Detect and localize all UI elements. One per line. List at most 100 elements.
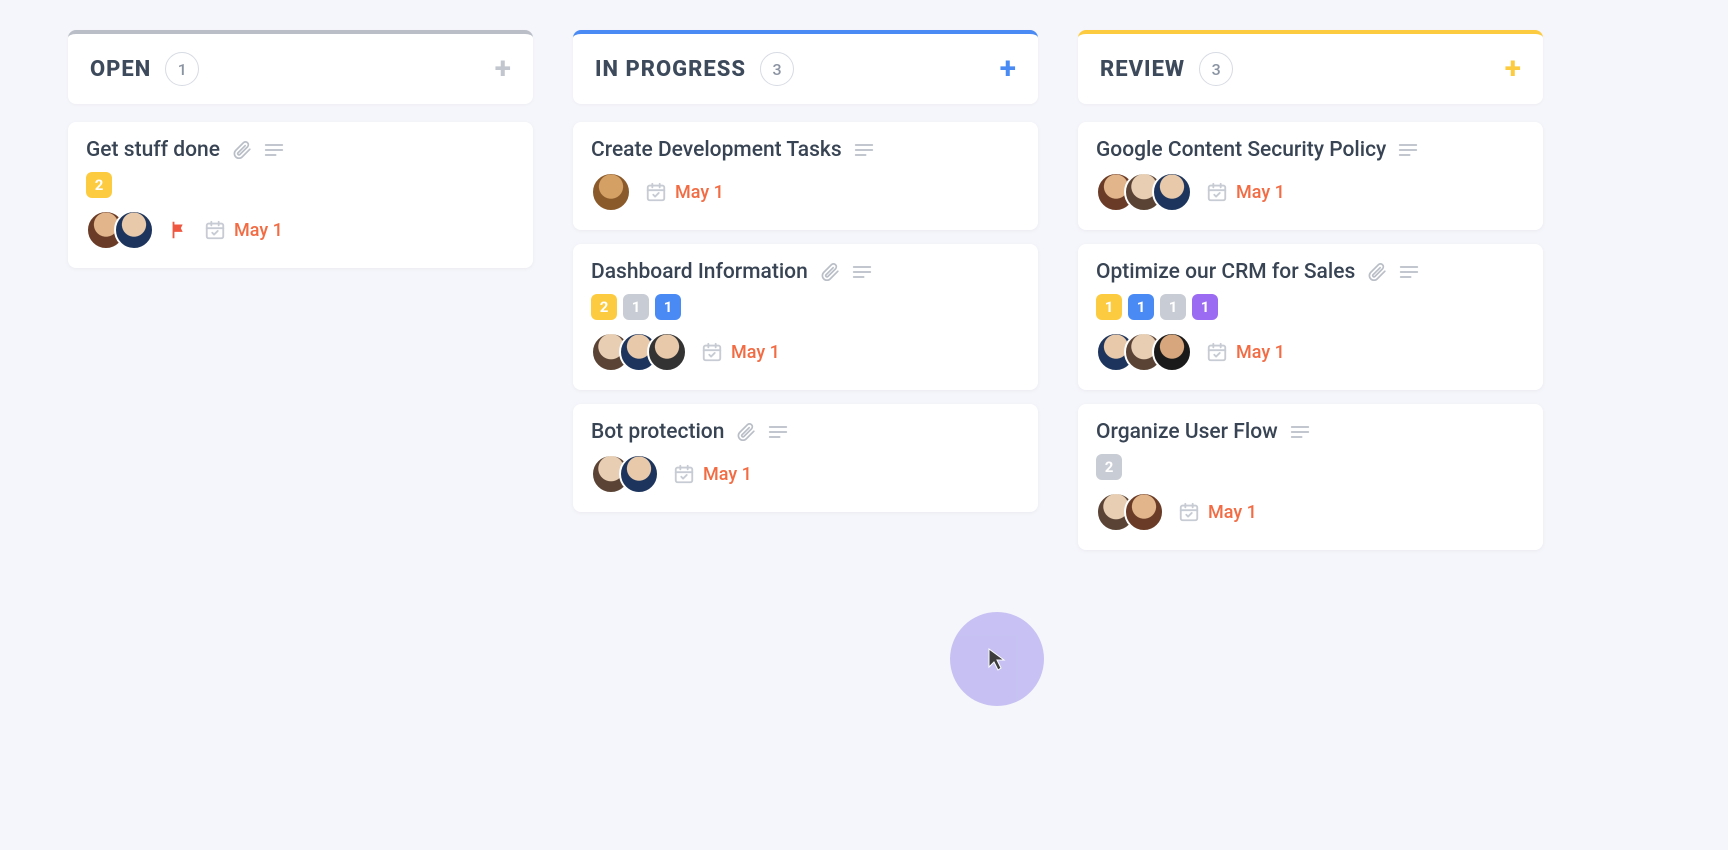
due-date[interactable]: May 1	[1178, 501, 1257, 523]
column-title: OPEN	[90, 57, 151, 82]
avatar[interactable]	[1124, 492, 1164, 532]
card-meta-row: May 1	[591, 454, 1020, 494]
column-review: REVIEW3+Google Content Security PolicyMa…	[1078, 30, 1543, 550]
attachment-icon	[736, 422, 756, 442]
card-title-row: Google Content Security Policy	[1096, 138, 1525, 162]
due-date-text: May 1	[234, 220, 283, 241]
avatar-group[interactable]	[1096, 332, 1192, 372]
attachment-icon	[232, 140, 252, 160]
task-card[interactable]: Dashboard Information211May 1	[573, 244, 1038, 390]
calendar-icon	[1178, 501, 1200, 523]
description-icon	[854, 142, 874, 158]
subtask-pill[interactable]: 2	[1096, 454, 1122, 480]
card-title: Bot protection	[591, 420, 724, 444]
avatar-group[interactable]	[591, 454, 659, 494]
cards-list: Get stuff done 2 May 1	[68, 122, 533, 268]
due-date[interactable]: May 1	[701, 341, 780, 363]
card-title: Dashboard Information	[591, 260, 808, 284]
add-card-button[interactable]: +	[495, 54, 511, 84]
card-title-row: Create Development Tasks	[591, 138, 1020, 162]
due-date[interactable]: May 1	[1206, 341, 1285, 363]
subtask-pill[interactable]: 2	[86, 172, 112, 198]
card-title: Google Content Security Policy	[1096, 138, 1386, 162]
subtask-pill[interactable]: 1	[1128, 294, 1154, 320]
task-card[interactable]: Organize User Flow 2 May 1	[1078, 404, 1543, 550]
card-meta-row: May 1	[86, 210, 515, 250]
avatar-group[interactable]	[86, 210, 154, 250]
column-header[interactable]: REVIEW3+	[1078, 30, 1543, 104]
column-title: IN PROGRESS	[595, 57, 746, 82]
description-icon	[1399, 264, 1419, 280]
column-count-badge: 3	[1199, 52, 1233, 86]
description-icon	[1398, 142, 1418, 158]
subtask-pill[interactable]: 2	[591, 294, 617, 320]
pill-row: 2	[1096, 454, 1525, 480]
calendar-icon	[1206, 181, 1228, 203]
avatar[interactable]	[114, 210, 154, 250]
calendar-icon	[701, 341, 723, 363]
card-meta-row: May 1	[1096, 332, 1525, 372]
subtask-pill[interactable]: 1	[655, 294, 681, 320]
avatar[interactable]	[1152, 172, 1192, 212]
card-meta-row: May 1	[591, 172, 1020, 212]
card-title: Optimize our CRM for Sales	[1096, 260, 1355, 284]
due-date[interactable]: May 1	[1206, 181, 1285, 203]
avatar-group[interactable]	[591, 332, 687, 372]
avatar[interactable]	[647, 332, 687, 372]
avatar[interactable]	[1152, 332, 1192, 372]
card-title: Create Development Tasks	[591, 138, 842, 162]
description-icon	[264, 142, 284, 158]
due-date-text: May 1	[731, 342, 780, 363]
cursor-icon	[985, 647, 1009, 671]
card-title-row: Dashboard Information	[591, 260, 1020, 284]
add-card-button[interactable]: +	[1000, 54, 1016, 84]
subtask-pill[interactable]: 1	[1160, 294, 1186, 320]
card-title-row: Bot protection	[591, 420, 1020, 444]
attachment-icon	[1367, 262, 1387, 282]
attachment-icon	[820, 262, 840, 282]
card-title-row: Optimize our CRM for Sales	[1096, 260, 1525, 284]
cursor-indicator	[950, 612, 1044, 706]
avatar-group[interactable]	[1096, 492, 1164, 532]
description-icon	[768, 424, 788, 440]
avatar[interactable]	[619, 454, 659, 494]
subtask-pill[interactable]: 1	[623, 294, 649, 320]
subtask-pill[interactable]: 1	[1192, 294, 1218, 320]
description-icon	[852, 264, 872, 280]
task-card[interactable]: Optimize our CRM for Sales1111May 1	[1078, 244, 1543, 390]
kanban-board: OPEN 1 + Get stuff done 2 May 1 IN PROGRESS 3 + C…	[0, 0, 1728, 580]
task-card[interactable]: Google Content Security Policy May 1	[1078, 122, 1543, 230]
due-date[interactable]: May 1	[673, 463, 752, 485]
column-open: OPEN 1 + Get stuff done 2 May 1	[68, 30, 533, 550]
subtask-pill[interactable]: 1	[1096, 294, 1122, 320]
card-title: Organize User Flow	[1096, 420, 1278, 444]
due-date[interactable]: May 1	[645, 181, 724, 203]
cards-list: Google Content Security Policy May 1 Optim…	[1078, 122, 1543, 550]
due-date-text: May 1	[675, 182, 724, 203]
card-title-row: Organize User Flow	[1096, 420, 1525, 444]
column-header[interactable]: IN PROGRESS 3 +	[573, 30, 1038, 104]
card-title: Get stuff done	[86, 138, 220, 162]
task-card[interactable]: Get stuff done 2 May 1	[68, 122, 533, 268]
avatar-group[interactable]	[1096, 172, 1192, 212]
due-date-text: May 1	[1236, 182, 1285, 203]
add-card-button[interactable]: +	[1505, 54, 1521, 84]
column-header[interactable]: OPEN 1 +	[68, 30, 533, 104]
task-card[interactable]: Bot protection May 1	[573, 404, 1038, 512]
due-date-text: May 1	[1208, 502, 1257, 523]
cards-list: Create Development Tasks May 1 Dashboard I…	[573, 122, 1038, 512]
priority-flag-icon[interactable]	[168, 219, 190, 241]
card-title-row: Get stuff done	[86, 138, 515, 162]
due-date[interactable]: May 1	[204, 219, 283, 241]
column-count-badge: 3	[760, 52, 794, 86]
calendar-icon	[1206, 341, 1228, 363]
column-count-badge: 1	[165, 52, 199, 86]
due-date-text: May 1	[1236, 342, 1285, 363]
calendar-icon	[204, 219, 226, 241]
avatar-group[interactable]	[591, 172, 631, 212]
description-icon	[1290, 424, 1310, 440]
avatar[interactable]	[591, 172, 631, 212]
task-card[interactable]: Create Development Tasks May 1	[573, 122, 1038, 230]
card-meta-row: May 1	[1096, 172, 1525, 212]
card-meta-row: May 1	[591, 332, 1020, 372]
